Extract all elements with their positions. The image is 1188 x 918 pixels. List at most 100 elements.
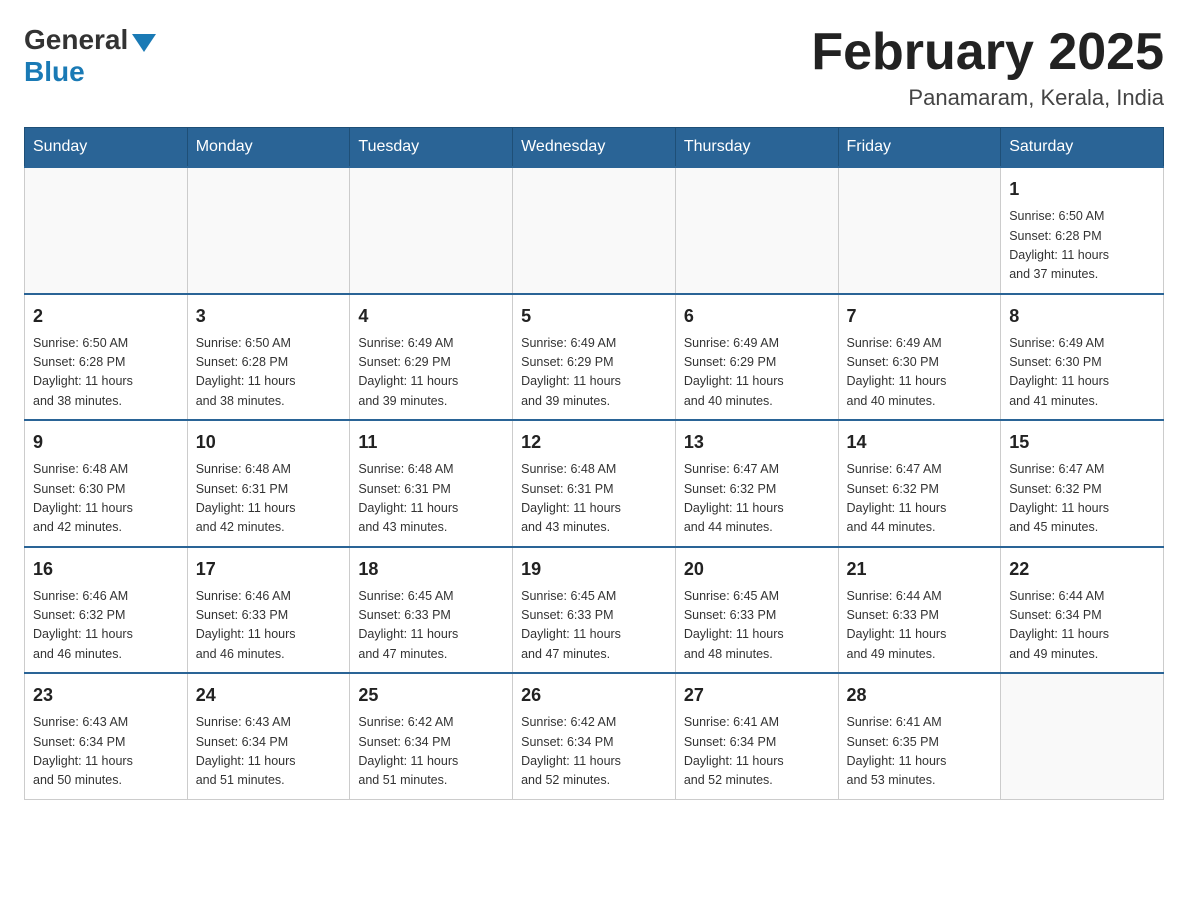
calendar-cell: 16 Sunrise: 6:46 AM Sunset: 6:32 PM Dayli… [25,547,188,674]
day-number: 19 [521,556,667,583]
calendar-cell: 5 Sunrise: 6:49 AM Sunset: 6:29 PM Daylig… [513,294,676,421]
day-number: 20 [684,556,830,583]
calendar-cell [187,167,350,294]
day-info: Sunrise: 6:49 AM Sunset: 6:29 PM Dayligh… [358,334,504,412]
weekday-header-thursday: Thursday [675,128,838,168]
title-block: February 2025 Panamaram, Kerala, India [811,24,1164,111]
day-number: 12 [521,429,667,456]
week-row-4: 16 Sunrise: 6:46 AM Sunset: 6:32 PM Dayli… [25,547,1164,674]
day-number: 1 [1009,176,1155,203]
calendar-cell: 11 Sunrise: 6:48 AM Sunset: 6:31 PM Dayli… [350,420,513,547]
day-info: Sunrise: 6:49 AM Sunset: 6:29 PM Dayligh… [684,334,830,412]
calendar-cell: 3Sunrise: 6:50 AM Sunset: 6:28 PM Daylig… [187,294,350,421]
calendar-cell [838,167,1001,294]
day-number: 22 [1009,556,1155,583]
calendar-cell: 24 Sunrise: 6:43 AM Sunset: 6:34 PM Dayli… [187,673,350,799]
day-info: Sunrise: 6:46 AM Sunset: 6:33 PM Dayligh… [196,587,342,665]
calendar-cell: 1 Sunrise: 6:50 AM Sunset: 6:28 PM Daylig… [1001,167,1164,294]
day-info: Sunrise: 6:43 AM Sunset: 6:34 PM Dayligh… [33,713,179,791]
day-info: Sunrise: 6:42 AM Sunset: 6:34 PM Dayligh… [358,713,504,791]
calendar-cell: 6 Sunrise: 6:49 AM Sunset: 6:29 PM Daylig… [675,294,838,421]
day-number: 16 [33,556,179,583]
weekday-header-sunday: Sunday [25,128,188,168]
day-info: Sunrise: 6:45 AM Sunset: 6:33 PM Dayligh… [684,587,830,665]
calendar-cell [25,167,188,294]
calendar-cell: 17 Sunrise: 6:46 AM Sunset: 6:33 PM Dayli… [187,547,350,674]
calendar-cell: 7Sunrise: 6:49 AM Sunset: 6:30 PM Daylig… [838,294,1001,421]
calendar-cell: 22 Sunrise: 6:44 AM Sunset: 6:34 PM Dayli… [1001,547,1164,674]
calendar-cell: 8Sunrise: 6:49 AM Sunset: 6:30 PM Daylig… [1001,294,1164,421]
day-info: Sunrise: 6:47 AM Sunset: 6:32 PM Dayligh… [1009,460,1155,538]
calendar-cell: 9 Sunrise: 6:48 AM Sunset: 6:30 PM Daylig… [25,420,188,547]
day-number: 10 [196,429,342,456]
day-info: Sunrise: 6:48 AM Sunset: 6:31 PM Dayligh… [358,460,504,538]
calendar-cell: 12 Sunrise: 6:48 AM Sunset: 6:31 PM Dayli… [513,420,676,547]
day-number: 18 [358,556,504,583]
calendar-cell: 13Sunrise: 6:47 AM Sunset: 6:32 PM Dayli… [675,420,838,547]
location-text: Panamaram, Kerala, India [811,85,1164,111]
month-title: February 2025 [811,24,1164,81]
day-number: 14 [847,429,993,456]
day-info: Sunrise: 6:50 AM Sunset: 6:28 PM Dayligh… [33,334,179,412]
day-info: Sunrise: 6:47 AM Sunset: 6:32 PM Dayligh… [684,460,830,538]
calendar-cell [513,167,676,294]
calendar-cell [1001,673,1164,799]
day-number: 11 [358,429,504,456]
weekday-header-wednesday: Wednesday [513,128,676,168]
calendar-cell: 15 Sunrise: 6:47 AM Sunset: 6:32 PM Dayli… [1001,420,1164,547]
weekday-header-saturday: Saturday [1001,128,1164,168]
day-number: 7 [847,303,993,330]
day-info: Sunrise: 6:46 AM Sunset: 6:32 PM Dayligh… [33,587,179,665]
week-row-2: 2 Sunrise: 6:50 AM Sunset: 6:28 PM Daylig… [25,294,1164,421]
day-info: Sunrise: 6:49 AM Sunset: 6:29 PM Dayligh… [521,334,667,412]
calendar-cell: 28 Sunrise: 6:41 AM Sunset: 6:35 PM Dayli… [838,673,1001,799]
calendar-cell: 14 Sunrise: 6:47 AM Sunset: 6:32 PM Dayli… [838,420,1001,547]
logo-general-text: General [24,24,128,56]
calendar-table: SundayMondayTuesdayWednesdayThursdayFrid… [24,127,1164,800]
weekday-header-monday: Monday [187,128,350,168]
day-number: 25 [358,682,504,709]
day-number: 21 [847,556,993,583]
day-number: 23 [33,682,179,709]
day-number: 15 [1009,429,1155,456]
day-info: Sunrise: 6:44 AM Sunset: 6:34 PM Dayligh… [1009,587,1155,665]
day-number: 17 [196,556,342,583]
day-number: 9 [33,429,179,456]
week-row-3: 9 Sunrise: 6:48 AM Sunset: 6:30 PM Daylig… [25,420,1164,547]
week-row-1: 1 Sunrise: 6:50 AM Sunset: 6:28 PM Daylig… [25,167,1164,294]
day-number: 26 [521,682,667,709]
day-info: Sunrise: 6:48 AM Sunset: 6:31 PM Dayligh… [521,460,667,538]
day-number: 28 [847,682,993,709]
calendar-cell: 26 Sunrise: 6:42 AM Sunset: 6:34 PM Dayli… [513,673,676,799]
day-info: Sunrise: 6:41 AM Sunset: 6:35 PM Dayligh… [847,713,993,791]
day-info: Sunrise: 6:43 AM Sunset: 6:34 PM Dayligh… [196,713,342,791]
day-info: Sunrise: 6:41 AM Sunset: 6:34 PM Dayligh… [684,713,830,791]
calendar-cell: 23 Sunrise: 6:43 AM Sunset: 6:34 PM Dayli… [25,673,188,799]
page-header: General Blue February 2025 Panamaram, Ke… [24,24,1164,111]
logo: General Blue [24,24,160,88]
day-number: 24 [196,682,342,709]
day-info: Sunrise: 6:50 AM Sunset: 6:28 PM Dayligh… [1009,207,1155,285]
calendar-cell: 20 Sunrise: 6:45 AM Sunset: 6:33 PM Dayli… [675,547,838,674]
calendar-cell: 18 Sunrise: 6:45 AM Sunset: 6:33 PM Dayli… [350,547,513,674]
weekday-header-row: SundayMondayTuesdayWednesdayThursdayFrid… [25,128,1164,168]
calendar-cell [675,167,838,294]
logo-blue-text: Blue [24,56,85,87]
calendar-cell [350,167,513,294]
day-number: 2 [33,303,179,330]
day-info: Sunrise: 6:45 AM Sunset: 6:33 PM Dayligh… [358,587,504,665]
day-number: 8 [1009,303,1155,330]
day-info: Sunrise: 6:47 AM Sunset: 6:32 PM Dayligh… [847,460,993,538]
day-info: Sunrise: 6:44 AM Sunset: 6:33 PM Dayligh… [847,587,993,665]
day-info: Sunrise: 6:48 AM Sunset: 6:31 PM Dayligh… [196,460,342,538]
day-number: 3 [196,303,342,330]
calendar-cell: 27 Sunrise: 6:41 AM Sunset: 6:34 PM Dayli… [675,673,838,799]
day-number: 6 [684,303,830,330]
day-info: Sunrise: 6:42 AM Sunset: 6:34 PM Dayligh… [521,713,667,791]
week-row-5: 23 Sunrise: 6:43 AM Sunset: 6:34 PM Dayli… [25,673,1164,799]
calendar-cell: 4Sunrise: 6:49 AM Sunset: 6:29 PM Daylig… [350,294,513,421]
day-number: 5 [521,303,667,330]
day-number: 27 [684,682,830,709]
weekday-header-tuesday: Tuesday [350,128,513,168]
day-info: Sunrise: 6:48 AM Sunset: 6:30 PM Dayligh… [33,460,179,538]
